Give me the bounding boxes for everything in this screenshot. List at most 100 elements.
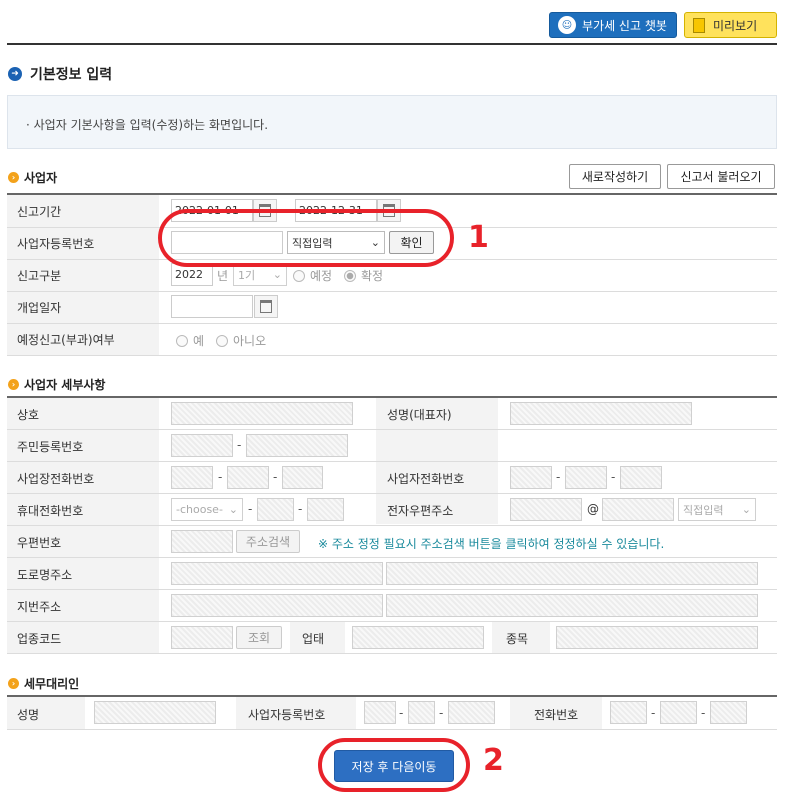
- section-bullet-icon: ›: [8, 379, 19, 390]
- open-date-input[interactable]: [171, 295, 253, 318]
- row-divider: [7, 525, 777, 526]
- lot-address-1-input[interactable]: [171, 594, 383, 617]
- chatbot-label: 부가세 신고 챗봇: [582, 18, 667, 33]
- section-bullet-icon: ›: [8, 172, 19, 183]
- row-divider: [7, 429, 777, 430]
- row-divider: [7, 291, 777, 292]
- business-type-label: 업태: [302, 632, 325, 646]
- row-divider: [7, 493, 777, 494]
- rrn-back-input[interactable]: [246, 434, 348, 457]
- radio-yes[interactable]: 예: [176, 332, 204, 349]
- section-details: › 사업자 세부사항: [8, 376, 105, 393]
- chatbot-icon: ☺: [558, 16, 576, 34]
- address-note: ※ 주소 정정 필요시 주소검색 버튼을 클릭하여 정정하실 수 있습니다.: [318, 537, 665, 551]
- biz-phone-1-input[interactable]: [171, 466, 213, 489]
- planned-tax-label: 예정신고(부과)여부: [17, 333, 115, 347]
- load-return-button[interactable]: 신고서 불러오기: [667, 164, 775, 189]
- mobile-prefix-select[interactable]: -choose- ⌄: [171, 498, 243, 521]
- biz-phone-2-input[interactable]: [227, 466, 269, 489]
- item-input[interactable]: [556, 626, 758, 649]
- new-write-button[interactable]: 새로작성하기: [569, 164, 661, 189]
- lookup-button[interactable]: 조회: [236, 626, 282, 649]
- agent-phone-1-input[interactable]: [610, 701, 647, 724]
- agent-phone-2-input[interactable]: [660, 701, 697, 724]
- dash: -: [399, 706, 404, 720]
- lot-address-label: 지번주소: [17, 600, 62, 614]
- agent-name-label: 성명: [17, 708, 40, 722]
- header-divider: [7, 43, 777, 45]
- regno-label: 사업자등록번호: [17, 237, 95, 251]
- info-box: · 사업자 기본사항을 입력(수정)하는 화면입니다.: [7, 95, 777, 149]
- industry-code-input[interactable]: [171, 626, 233, 649]
- agent-regno-3-input[interactable]: [448, 701, 495, 724]
- rep-name-input[interactable]: [510, 402, 692, 425]
- agent-regno-label: 사업자등록번호: [248, 708, 326, 722]
- section-agent: › 세무대리인: [8, 675, 79, 692]
- document-icon: [693, 17, 705, 33]
- biz-phone2-label: 사업자전화번호: [387, 472, 465, 486]
- radio-final[interactable]: 확정: [344, 267, 383, 284]
- email-domain-select[interactable]: 직접입력 ⌄: [678, 498, 756, 521]
- calendar-icon[interactable]: [254, 295, 278, 318]
- road-address-1-input[interactable]: [171, 562, 383, 585]
- address-search-button[interactable]: 주소검색: [236, 530, 300, 553]
- agent-regno-1-input[interactable]: [364, 701, 396, 724]
- industry-code-label: 업종코드: [17, 632, 62, 646]
- lot-address-2-input[interactable]: [386, 594, 758, 617]
- radio-planned[interactable]: 예정: [293, 267, 332, 284]
- email-id-input[interactable]: [510, 498, 582, 521]
- email-label: 전자우편주소: [387, 504, 454, 518]
- rrn-front-input[interactable]: [171, 434, 233, 457]
- row-divider: [7, 729, 777, 730]
- road-address-label: 도로명주소: [17, 568, 73, 582]
- vat-chatbot-button[interactable]: ☺ 부가세 신고 챗봇: [549, 12, 677, 38]
- section-business: › 사업자: [8, 169, 57, 186]
- radio-circle: [216, 334, 228, 347]
- arrow-circle-icon: ➜: [8, 67, 22, 81]
- preview-button[interactable]: 미리보기: [684, 12, 777, 38]
- dash: -: [701, 706, 706, 720]
- agent-regno-2-input[interactable]: [408, 701, 435, 724]
- biz-phone2-2-input[interactable]: [565, 466, 607, 489]
- row-divider: [7, 557, 777, 558]
- info-text: · 사업자 기본사항을 입력(수정)하는 화면입니다.: [26, 118, 269, 132]
- mobile-2-input[interactable]: [257, 498, 294, 521]
- radio-circle: [176, 334, 188, 347]
- biz-phone2-3-input[interactable]: [620, 466, 662, 489]
- row-divider: [7, 461, 777, 462]
- preview-label: 미리보기: [713, 18, 758, 33]
- business-type-input[interactable]: [352, 626, 484, 649]
- row-divider: [7, 653, 777, 654]
- biz-phone2-1-input[interactable]: [510, 466, 552, 489]
- item-label: 종목: [506, 632, 529, 646]
- dash: -: [248, 502, 253, 516]
- trade-name-label: 상호: [17, 408, 40, 422]
- agent-name-input[interactable]: [94, 701, 216, 724]
- mobile-3-input[interactable]: [307, 498, 344, 521]
- open-date-label: 개업일자: [17, 301, 62, 315]
- email-domain-input[interactable]: [602, 498, 674, 521]
- dash: -: [218, 470, 223, 484]
- zip-input[interactable]: [171, 530, 233, 553]
- rrn-label: 주민등록번호: [17, 440, 84, 454]
- mobile-label: 휴대전화번호: [17, 504, 84, 518]
- period-label: 신고기간: [17, 205, 62, 219]
- row-divider: [7, 589, 777, 590]
- table-top-border: [7, 695, 777, 697]
- dash: -: [556, 470, 561, 484]
- agent-phone-3-input[interactable]: [710, 701, 747, 724]
- road-address-2-input[interactable]: [386, 562, 758, 585]
- row-divider: [7, 323, 777, 324]
- chevron-down-icon: ⌄: [228, 503, 238, 516]
- trade-name-input[interactable]: [171, 402, 353, 425]
- biz-phone-3-input[interactable]: [282, 466, 323, 489]
- save-and-next-button[interactable]: 저장 후 다음이동: [334, 750, 454, 782]
- annotation-number-2: 2: [483, 743, 504, 778]
- rep-name-label: 성명(대표자): [387, 408, 452, 422]
- row-divider: [7, 355, 777, 356]
- radio-circle: [293, 269, 305, 282]
- radio-no[interactable]: 아니오: [216, 332, 266, 349]
- chevron-down-icon: ⌄: [741, 503, 751, 516]
- dash: -: [651, 706, 656, 720]
- biz-phone-label: 사업장전화번호: [17, 472, 95, 486]
